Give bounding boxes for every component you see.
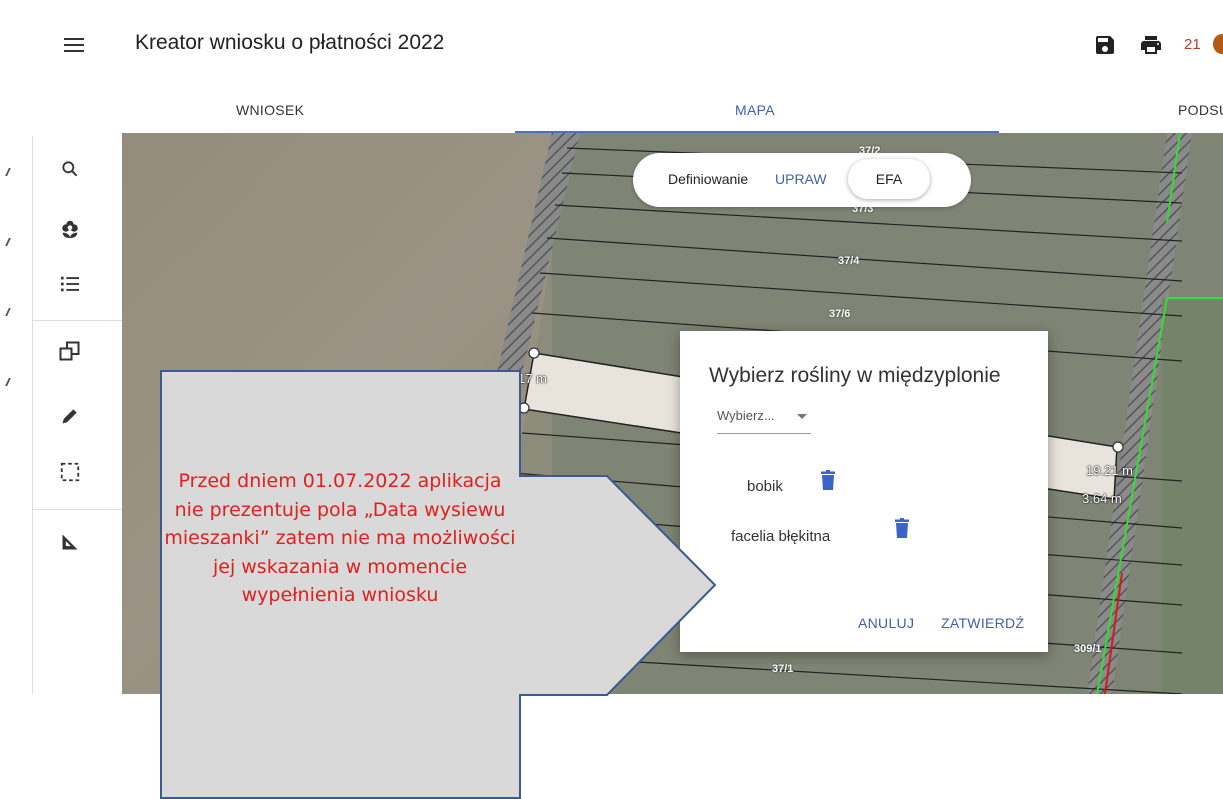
hamburger-menu-icon[interactable]: [62, 34, 86, 54]
mode-toggle: Definiowanie UPRAW EFA: [633, 153, 971, 207]
dropdown-caret-icon: [797, 414, 807, 419]
delete-icon[interactable]: [821, 470, 835, 490]
list-icon[interactable]: [55, 269, 85, 299]
mode-upraw-button[interactable]: UPRAW: [775, 171, 827, 187]
cancel-button[interactable]: ANULUJ: [858, 615, 914, 631]
edge-mark: [5, 238, 14, 246]
edge-mark: [5, 308, 14, 316]
dialog-title: Wybierz rośliny w międzyplonie: [709, 364, 1001, 387]
pencil-icon[interactable]: [55, 401, 85, 431]
plant-selection-dialog: Wybierz rośliny w międzyplonie Wybierz..…: [680, 331, 1048, 652]
selection-icon[interactable]: [55, 457, 85, 487]
flower-icon[interactable]: [55, 214, 85, 244]
parcel-label: 37/1: [772, 663, 794, 675]
map-toolbar: [32, 136, 123, 694]
parcel-label: 37/4: [838, 255, 860, 267]
mode-label: Definiowanie: [668, 171, 749, 187]
callout-text: Przed dniem 01.07.2022 aplikacja nie pre…: [164, 470, 516, 606]
app-title: Kreator wniosku o płatności 2022: [135, 31, 445, 54]
measurement-label: 3.64 m: [1082, 491, 1122, 506]
ruler-icon[interactable]: [55, 527, 85, 557]
plant-item-label: bobik: [747, 478, 783, 495]
edge-mark: [5, 168, 14, 176]
print-icon[interactable]: [1139, 33, 1163, 57]
tab-podsumowanie[interactable]: PODSU: [1178, 102, 1223, 118]
edge-mark: [5, 378, 14, 386]
toolbar-divider: [33, 509, 123, 510]
plant-select[interactable]: Wybierz...: [717, 407, 811, 434]
parcel-label: 309/1: [1074, 643, 1102, 655]
copy-icon[interactable]: [55, 336, 85, 366]
avatar[interactable]: [1213, 34, 1223, 54]
plant-select-placeholder: Wybierz...: [717, 408, 775, 423]
measurement-label: 19.21 m: [1086, 463, 1133, 478]
tab-mapa[interactable]: MAPA: [735, 102, 775, 118]
plant-item-label: facelia błękitna: [731, 528, 831, 545]
delete-icon[interactable]: [895, 518, 909, 538]
parcel-label: 37/6: [829, 308, 851, 320]
mode-efa-button[interactable]: EFA: [848, 159, 930, 199]
tab-wniosek[interactable]: WNIOSEK: [236, 102, 304, 118]
confirm-button[interactable]: ZATWIERDŹ: [941, 615, 1024, 631]
search-icon[interactable]: [55, 154, 85, 184]
notification-count[interactable]: 21: [1184, 36, 1201, 53]
toolbar-divider: [33, 320, 123, 321]
save-icon[interactable]: [1093, 33, 1117, 57]
